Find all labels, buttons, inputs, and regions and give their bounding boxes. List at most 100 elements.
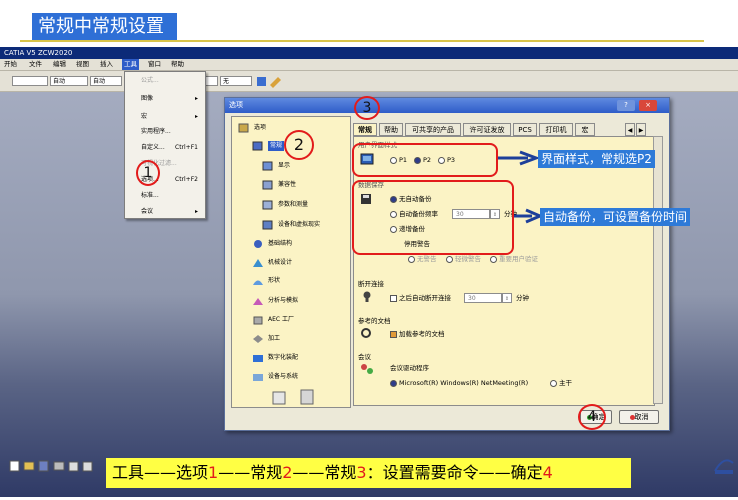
tab-pcs[interactable]: PCS [513, 123, 537, 136]
tree-bottom-icon-a[interactable] [272, 391, 286, 405]
standard-toolbar-icons[interactable] [8, 459, 98, 473]
panel-scrollbar[interactable] [653, 136, 663, 404]
menu-insert[interactable]: 插入 [100, 59, 113, 70]
tree-item-shape[interactable]: 形状 [268, 276, 280, 286]
warn-none-option[interactable]: 无警告 [408, 254, 437, 264]
trunk-option[interactable]: 主干 [550, 378, 572, 388]
line-type-combo[interactable] [12, 76, 48, 86]
radio-warn-important-icon [490, 255, 497, 263]
tree-item-devices[interactable]: 设备和虚拟现实 [278, 220, 320, 230]
tab-scroll-left-icon[interactable]: ◀ [625, 123, 635, 136]
tab-macro[interactable]: 宏 [575, 123, 595, 136]
netmeeting-option[interactable]: Microsoft(R) Windows(R) NetMeeting(R) [390, 378, 528, 388]
disconnect-unit: 分钟 [516, 294, 529, 302]
menu-tools[interactable]: 工具 [122, 59, 139, 70]
cancel-button[interactable]: 取消 [619, 410, 659, 424]
tools-customize[interactable]: 自定义... [141, 143, 165, 153]
compat-icon [262, 180, 273, 190]
submenu-arrow-icon: ▸ [195, 208, 199, 215]
warn-important-option[interactable]: 重要用户验证 [490, 254, 538, 264]
tree-item-mech[interactable]: 机械设计 [268, 258, 292, 268]
slide-title: 常规中常规设置 [32, 13, 177, 41]
step3-marker: 3 [354, 96, 380, 120]
conference-icon [361, 364, 373, 374]
menu-edit[interactable]: 编辑 [53, 59, 66, 70]
tools-utility[interactable]: 实用程序... [141, 127, 171, 137]
auto-disconnect-checkbox[interactable]: 之后自动断开连接 [390, 293, 451, 303]
tree-item-display[interactable]: 显示 [278, 161, 290, 171]
toolbar: 自动 自动 无 [0, 71, 738, 92]
step4-marker: 4 [578, 404, 606, 430]
display-icon [262, 161, 273, 171]
tab-help[interactable]: 帮助 [379, 123, 403, 136]
shape-icon [253, 280, 263, 285]
thickness-combo[interactable]: 自动 [50, 76, 88, 86]
tab-scroll-right-icon[interactable]: ▶ [636, 123, 646, 136]
tab-general[interactable]: 常规 [353, 123, 377, 136]
infrastructure-icon [254, 240, 262, 248]
tools-formula[interactable]: 公式... [141, 76, 159, 86]
params-icon [262, 200, 273, 210]
radio-trunk-icon [550, 379, 557, 387]
radio-warn-light-icon [446, 255, 453, 263]
load-ref-docs-checkbox[interactable]: 加载参考的文档 [390, 329, 445, 339]
disconnect-stepper-icon[interactable]: ⇕ [502, 293, 512, 303]
callout-auto-save: 自动备份，可设置备份时间 [540, 208, 691, 226]
checkbox-disconnect-icon [390, 294, 397, 302]
menu-bar: 开始 文件 编辑 视图 插入 工具 窗口 帮助 [0, 59, 738, 71]
tree-item-analysis[interactable]: 分析与模拟 [268, 296, 298, 306]
instruction-caption: 工具——选项1——常规2——常规3：设置需要命令——确定4 [106, 458, 631, 488]
data-save-highlight [352, 180, 514, 255]
aec-icon [253, 316, 263, 325]
tree-item-params[interactable]: 参数和测量 [278, 200, 308, 210]
tools-macro[interactable]: 宏 [141, 112, 147, 122]
tab-shareable[interactable]: 可共享的产品 [405, 123, 461, 136]
devices-icon [262, 220, 273, 230]
color-combo[interactable]: 自动 [90, 76, 122, 86]
menu-view[interactable]: 视图 [76, 59, 89, 70]
general-icon [252, 141, 263, 151]
shortcut-ctrl-f2: Ctrl+F2 [175, 176, 198, 183]
menu-start[interactable]: 开始 [4, 59, 17, 70]
options-root-icon [238, 123, 249, 133]
tree-item-options[interactable]: 选项 [254, 123, 266, 133]
shortcut-ctrl-f1: Ctrl+F1 [175, 144, 198, 151]
callout-ui-style: 界面样式，常规选P2 [538, 150, 655, 168]
tab-strip: 常规 帮助 可共享的产品 许可证发放 PCS 打印机 宏 ◀ ▶ [353, 123, 659, 136]
tree-item-aec[interactable]: AEC 工厂 [268, 315, 294, 325]
close-button[interactable]: × [639, 100, 657, 111]
tree-item-machining[interactable]: 加工 [268, 334, 280, 344]
tree-item-infra[interactable]: 基础结构 [268, 239, 292, 249]
window-titlebar: CATIA V5 ZCW2020 [0, 47, 738, 59]
equipment-icon [253, 374, 263, 381]
tools-image[interactable]: 图像 [141, 94, 153, 104]
disconnect-interval-input[interactable]: 30 [464, 293, 502, 303]
step2-marker: 2 [284, 130, 314, 160]
warn-light-option[interactable]: 轻微警告 [446, 254, 481, 264]
tools-standards[interactable]: 标准... [141, 191, 159, 201]
callout-ui-arrow-icon [498, 150, 538, 166]
machining-icon [253, 335, 263, 343]
radio-netmeeting-icon [390, 379, 397, 387]
help-button[interactable]: ? [617, 100, 635, 111]
checkbox-load-ref-icon [390, 330, 397, 338]
layer-combo[interactable]: 无 [220, 76, 252, 86]
tree-item-equipment[interactable]: 设备与系统 [268, 372, 298, 382]
menu-window[interactable]: 窗口 [148, 59, 161, 70]
tab-printer[interactable]: 打印机 [539, 123, 573, 136]
step1-marker: 1 [136, 160, 160, 186]
menu-help[interactable]: 帮助 [171, 59, 184, 70]
tree-bottom-icon-b[interactable] [300, 389, 314, 405]
tools-conference[interactable]: 会议 [141, 207, 153, 217]
tree-item-dmu[interactable]: 数字化装配 [268, 353, 298, 363]
tree-item-compat[interactable]: 兼容性 [278, 180, 296, 190]
dmu-icon [253, 355, 263, 362]
tree-item-general[interactable]: 常规 [268, 141, 285, 151]
menu-file[interactable]: 文件 [29, 59, 42, 70]
analysis-icon [253, 298, 263, 305]
paint-icons[interactable] [256, 74, 284, 88]
tab-license[interactable]: 许可证发放 [463, 123, 511, 136]
ui-style-highlight [352, 143, 498, 177]
options-tree: 选项 常规 显示 兼容性 参数和测量 设备和虚拟现实 基础结构 机械设计 形状 … [231, 116, 351, 408]
bulb-icon [363, 291, 371, 302]
